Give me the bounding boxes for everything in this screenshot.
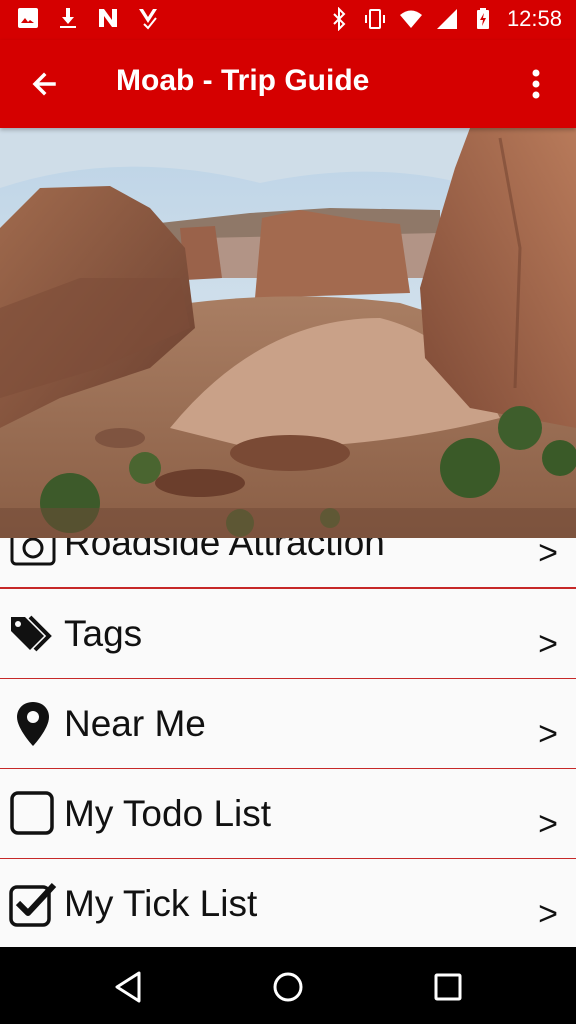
checkbox-checked-icon — [9, 882, 57, 927]
page-title: Moab - Trip Guide — [116, 64, 370, 97]
wifi-icon — [399, 10, 422, 28]
chevron-right-icon: > — [538, 538, 558, 572]
list-item-tags[interactable]: Tags > — [0, 589, 576, 680]
hero-image — [0, 128, 576, 538]
list-item-roadside-attraction[interactable]: Roadside Attraction > — [0, 538, 576, 589]
n-icon — [99, 9, 117, 27]
chevron-right-icon: > — [538, 625, 558, 663]
clock: 12:58 — [506, 6, 562, 31]
list-item-my-tick-list[interactable]: My Tick List > — [0, 859, 576, 947]
camera-icon — [10, 538, 56, 566]
checkbox-empty-icon — [10, 791, 54, 835]
list-item-label: My Todo List — [64, 793, 272, 834]
menu-list: Roadside Attraction > Tags > Near Me > M… — [0, 538, 576, 947]
vibrate-icon — [364, 9, 385, 29]
signal-icon — [436, 9, 457, 29]
landscape-photo — [0, 128, 576, 538]
recents-icon[interactable] — [426, 965, 470, 1009]
tags-icon — [11, 615, 52, 652]
overflow-menu-icon[interactable] — [514, 64, 558, 108]
location-pin-icon — [17, 702, 49, 746]
notification-icons — [16, 6, 160, 30]
list-item-label: Roadside Attraction — [64, 538, 385, 563]
assignment-icon — [139, 9, 157, 30]
status-bar: 12:58 — [0, 0, 576, 40]
back-arrow-icon[interactable] — [24, 62, 68, 106]
image-icon — [18, 8, 38, 28]
back-icon[interactable] — [106, 965, 150, 1009]
bluetooth-icon — [333, 7, 346, 31]
list-item-my-todo-list[interactable]: My Todo List > — [0, 769, 576, 860]
list-item-near-me[interactable]: Near Me > — [0, 679, 576, 770]
list-item-label: My Tick List — [64, 883, 258, 924]
chevron-right-icon: > — [538, 715, 558, 753]
chevron-right-icon: > — [538, 805, 558, 843]
list-item-label: Near Me — [64, 703, 206, 744]
system-icons: 12:58 — [327, 6, 562, 32]
download-icon — [60, 8, 76, 28]
app-bar: Moab - Trip Guide — [0, 40, 576, 128]
home-icon[interactable] — [266, 965, 310, 1009]
chevron-right-icon: > — [538, 895, 558, 933]
navigation-bar — [0, 947, 576, 1024]
battery-charging-icon — [476, 8, 489, 29]
list-item-label: Tags — [64, 613, 143, 654]
